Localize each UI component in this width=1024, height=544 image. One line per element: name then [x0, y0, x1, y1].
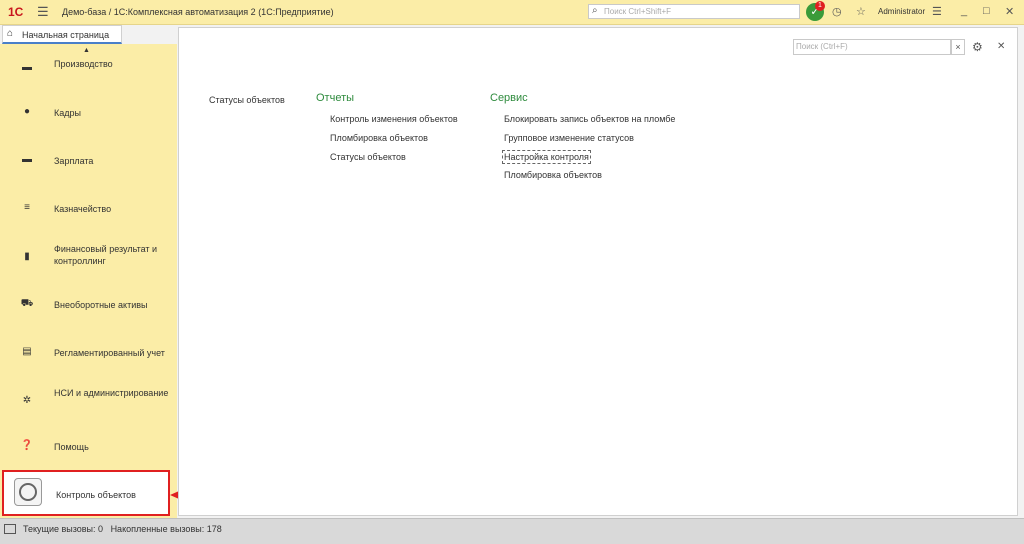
- sidebar-item-hr[interactable]: ● Кадры: [0, 94, 177, 138]
- main-content: Поиск (Ctrl+F) × ⚙ ✕ Статусы объектов От…: [178, 27, 1018, 516]
- sidebar-item-label: Зарплата: [54, 156, 94, 166]
- clear-icon[interactable]: ×: [951, 39, 965, 55]
- content-search-placeholder: Поиск (Ctrl+F): [796, 42, 848, 51]
- command-statuses-report[interactable]: Статусы объектов: [330, 152, 406, 162]
- accumulated-calls-label: Накопленные вызовы:: [110, 524, 205, 534]
- notification-badge: 1: [815, 1, 825, 11]
- object-control-icon: [14, 478, 42, 506]
- menu-icon[interactable]: ☰: [37, 4, 49, 20]
- sidebar-item-label: Кадры: [54, 108, 81, 118]
- sidebar-item-object-control[interactable]: Контроль объектов: [2, 470, 170, 516]
- sidebar-item-label: Регламентированный учет: [54, 348, 165, 358]
- sidebar-item-label: Контроль объектов: [56, 490, 136, 500]
- windows-icon[interactable]: [4, 524, 16, 534]
- gear-icon[interactable]: ⚙: [972, 40, 983, 54]
- global-search-placeholder: Поиск Ctrl+Shift+F: [604, 7, 672, 16]
- sidebar-item-label: Помощь: [54, 442, 89, 452]
- current-calls-label: Текущие вызовы:: [23, 524, 96, 534]
- accumulated-calls-value: 178: [206, 524, 222, 534]
- group-header-service: Сервис: [490, 92, 528, 104]
- sidebar-item-label: Производство: [54, 59, 113, 69]
- document-icon: ▤: [22, 346, 32, 357]
- command-control-settings[interactable]: Настройка контроля: [502, 150, 591, 164]
- home-icon: ⌂: [7, 28, 14, 39]
- close-icon[interactable]: ✕: [997, 41, 1005, 52]
- title-bar: 1С ☰ Демо-база / 1С:Комплексная автомати…: [0, 0, 1024, 25]
- factory-icon: ▬: [22, 62, 32, 73]
- sidebar-item-label: Казначейство: [54, 204, 112, 214]
- star-icon[interactable]: ☆: [856, 5, 866, 18]
- gear-icon: ✲: [22, 395, 32, 406]
- sidebar-item-financial-result[interactable]: ▮ Финансовый результат и контроллинг: [0, 236, 177, 280]
- car-icon: ⛟: [20, 298, 34, 309]
- maximize-icon[interactable]: □: [983, 5, 990, 17]
- sidebar-item-regulated-accounting[interactable]: ▤ Регламентированный учет: [0, 334, 177, 378]
- tab-home[interactable]: ⌂ Начальная страница: [2, 25, 122, 44]
- command-block-sealed-write[interactable]: Блокировать запись объектов на пломбе: [504, 114, 675, 124]
- content-search-input[interactable]: Поиск (Ctrl+F): [793, 39, 951, 55]
- command-group-status-change[interactable]: Групповое изменение статусов: [504, 133, 634, 143]
- treasury-icon: ≡: [24, 202, 30, 213]
- notification-icon[interactable]: ✓ 1: [806, 1, 825, 21]
- sidebar-item-label: Финансовый результат и контроллинг: [54, 244, 158, 266]
- command-sealing[interactable]: Пломбировка объектов: [504, 170, 602, 180]
- tab-label: Начальная страница: [22, 30, 110, 40]
- sidebar-item-production[interactable]: ▬ Производство: [0, 56, 177, 76]
- minimize-icon[interactable]: _: [961, 5, 967, 17]
- sidebar-item-treasury[interactable]: ≡ Казначейство: [0, 190, 177, 234]
- sidebar-item-label: НСИ и администрирование: [54, 388, 169, 398]
- sidebar-item-salary[interactable]: ▬ Зарплата: [0, 142, 177, 186]
- help-icon: ❓: [20, 440, 34, 451]
- global-search-input[interactable]: ⌕ Поиск Ctrl+Shift+F: [588, 4, 800, 19]
- group-header-reports: Отчеты: [316, 92, 355, 104]
- window-title: Демо-база / 1С:Комплексная автоматизация…: [62, 7, 334, 17]
- sidebar-item-label: Внеоборотные активы: [54, 300, 148, 310]
- command-object-changes-report[interactable]: Контроль изменения объектов: [330, 114, 458, 124]
- status-text: Текущие вызовы: 0 Накопленные вызовы: 17…: [23, 524, 222, 534]
- chart-icon: ▮: [24, 251, 30, 262]
- sidebar: ▲ ▬ Производство ● Кадры ▬ Зарплата ≡ Ка…: [0, 44, 177, 518]
- scroll-up-icon[interactable]: ▲: [83, 47, 90, 54]
- nav-link-object-statuses[interactable]: Статусы объектов: [209, 95, 285, 105]
- search-icon: ⌕: [592, 5, 598, 16]
- sidebar-item-admin[interactable]: ✲ НСИ и администрирование: [0, 380, 177, 424]
- user-name[interactable]: Administrator: [878, 7, 925, 16]
- close-icon[interactable]: ✕: [1005, 5, 1014, 18]
- wallet-icon: ▬: [22, 154, 32, 165]
- history-icon[interactable]: ◷: [832, 5, 842, 18]
- current-calls-value: 0: [98, 524, 104, 534]
- sidebar-item-fixed-assets[interactable]: ⛟ Внеоборотные активы: [0, 286, 177, 330]
- person-icon: ●: [23, 106, 31, 117]
- status-bar: Текущие вызовы: 0 Накопленные вызовы: 17…: [0, 518, 1024, 544]
- command-sealing-report[interactable]: Пломбировка объектов: [330, 133, 428, 143]
- settings-icon[interactable]: ☰: [932, 5, 942, 18]
- sidebar-item-help[interactable]: ❓ Помощь: [0, 428, 177, 472]
- app-logo: 1С: [8, 5, 24, 19]
